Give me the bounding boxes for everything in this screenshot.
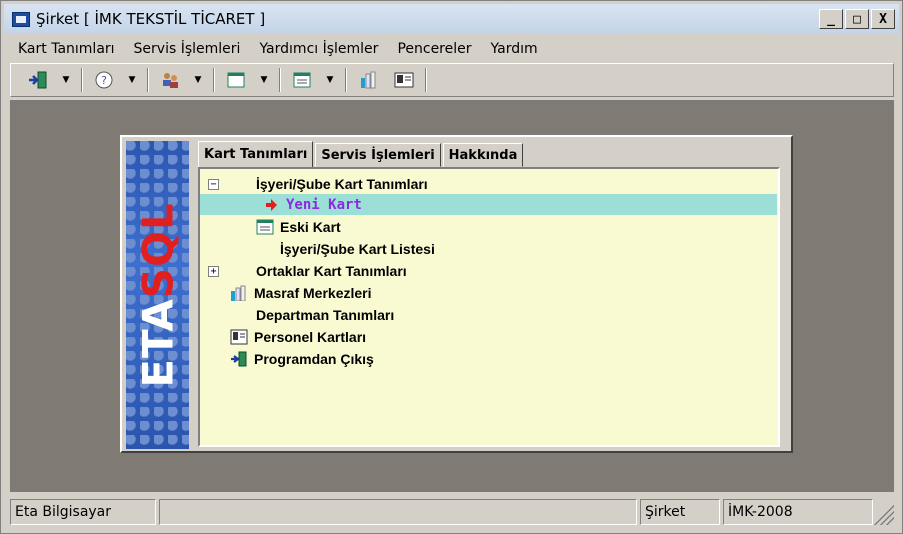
tree-node-isyeri-sube[interactable]: İşyeri/Şube Kart Tanımları — [256, 173, 428, 194]
tree-node-label: Personel Kartları — [254, 328, 367, 345]
tree-node-personel[interactable]: Personel Kartları — [230, 326, 366, 347]
app-icon[interactable] — [12, 11, 30, 27]
maximize-button[interactable]: □ — [845, 9, 869, 29]
cost-center-icon — [230, 285, 248, 301]
menu-pencereler[interactable]: Pencereler — [397, 41, 471, 57]
mdi-desktop: ETASQL Kart Tanımları Servis İşlemleri H… — [10, 100, 894, 492]
title-bar[interactable]: Şirket [ İMK TEKSTİL TİCARET ] _ □ X — [4, 4, 899, 34]
toolbar-separator — [81, 68, 83, 92]
svg-text:?: ? — [101, 74, 107, 87]
form-dropdown[interactable]: ▼ — [325, 75, 335, 85]
status-middle — [159, 499, 637, 525]
cost-center-icon[interactable] — [357, 69, 379, 91]
minimize-button[interactable]: _ — [819, 9, 843, 29]
tree-node-label: İşyeri/Şube Kart Listesi — [280, 240, 435, 257]
logo-brand-accent: SQL — [133, 202, 182, 299]
menu-servis-islemleri[interactable]: Servis İşlemleri — [134, 41, 241, 57]
window-controls: _ □ X — [819, 9, 895, 29]
main-panel: ETASQL Kart Tanımları Servis İşlemleri H… — [120, 135, 793, 453]
tree-node-ortaklar[interactable]: Ortaklar Kart Tanımları — [256, 260, 407, 281]
tree-node-yeni-kart[interactable]: Yeni Kart — [200, 194, 777, 215]
status-company: Eta Bilgisayar — [10, 499, 156, 525]
main-window: Şirket [ İMK TEKSTİL TİCARET ] _ □ X Kar… — [0, 0, 903, 534]
logo-text: ETASQL — [133, 202, 182, 387]
tab-strip: Kart Tanımları Servis İşlemleri Hakkında — [198, 141, 525, 167]
toolbar-separator — [147, 68, 149, 92]
form-icon — [256, 219, 274, 235]
exit-icon — [230, 351, 248, 367]
tree-node-label: İşyeri/Şube Kart Tanımları — [256, 175, 428, 192]
tab-servis-islemleri[interactable]: Servis İşlemleri — [315, 143, 441, 167]
card-tree: − İşyeri/Şube Kart Tanımları Yeni Kart E… — [198, 167, 780, 447]
window-icon[interactable] — [225, 69, 247, 91]
tree-node-masraf-merkezleri[interactable]: Masraf Merkezleri — [230, 282, 372, 303]
users-dropdown[interactable]: ▼ — [193, 75, 203, 85]
form-icon[interactable] — [291, 69, 313, 91]
tab-hakkinda[interactable]: Hakkında — [442, 143, 524, 167]
exit-dropdown[interactable]: ▼ — [61, 75, 71, 85]
status-module: Şirket — [640, 499, 720, 525]
tab-kart-tanimlari[interactable]: Kart Tanımları — [198, 141, 314, 167]
resize-grip[interactable] — [874, 505, 894, 525]
toolbar: ▼ ? ▼ ▼ ▼ ▼ — [10, 63, 894, 97]
users-icon[interactable] — [159, 69, 181, 91]
close-button[interactable]: X — [871, 9, 895, 29]
collapse-toggle[interactable]: − — [208, 179, 219, 190]
red-arrow-icon — [262, 197, 280, 213]
personnel-icon[interactable] — [393, 69, 415, 91]
exit-icon[interactable] — [27, 69, 49, 91]
tree-node-programdan-cikis[interactable]: Programdan Çıkış — [230, 348, 374, 369]
tree-node-kart-listesi[interactable]: İşyeri/Şube Kart Listesi — [280, 238, 435, 259]
toolbar-separator — [213, 68, 215, 92]
menu-kart-tanimlari[interactable]: Kart Tanımları — [18, 41, 115, 57]
window-title: Şirket [ İMK TEKSTİL TİCARET ] — [36, 10, 266, 28]
help-icon[interactable]: ? — [93, 69, 115, 91]
expand-toggle[interactable]: + — [208, 266, 219, 277]
tree-node-label: Departman Tanımları — [256, 306, 395, 323]
status-database: İMK-2008 — [723, 499, 873, 525]
menu-yardimci-islemler[interactable]: Yardımcı İşlemler — [259, 41, 378, 57]
tree-node-label: Programdan Çıkış — [254, 350, 374, 367]
personnel-icon — [230, 329, 248, 345]
menu-bar: Kart Tanımları Servis İşlemleri Yardımcı… — [4, 36, 899, 62]
status-bar: Eta Bilgisayar Şirket İMK-2008 — [10, 499, 894, 525]
logo-brand: ETA — [133, 298, 182, 388]
toolbar-separator — [425, 68, 427, 92]
window-dropdown[interactable]: ▼ — [259, 75, 269, 85]
tree-node-label: Masraf Merkezleri — [254, 284, 372, 301]
tree-node-label: Ortaklar Kart Tanımları — [256, 262, 407, 279]
tree-node-label: Yeni Kart — [286, 196, 362, 213]
toolbar-separator — [279, 68, 281, 92]
tree-node-eski-kart[interactable]: Eski Kart — [256, 216, 341, 237]
tree-node-departman[interactable]: Departman Tanımları — [256, 304, 394, 325]
eta-sql-logo: ETASQL — [126, 141, 189, 449]
tree-node-label: Eski Kart — [280, 218, 341, 235]
help-dropdown[interactable]: ▼ — [127, 75, 137, 85]
toolbar-separator — [345, 68, 347, 92]
menu-yardim[interactable]: Yardım — [491, 41, 538, 57]
